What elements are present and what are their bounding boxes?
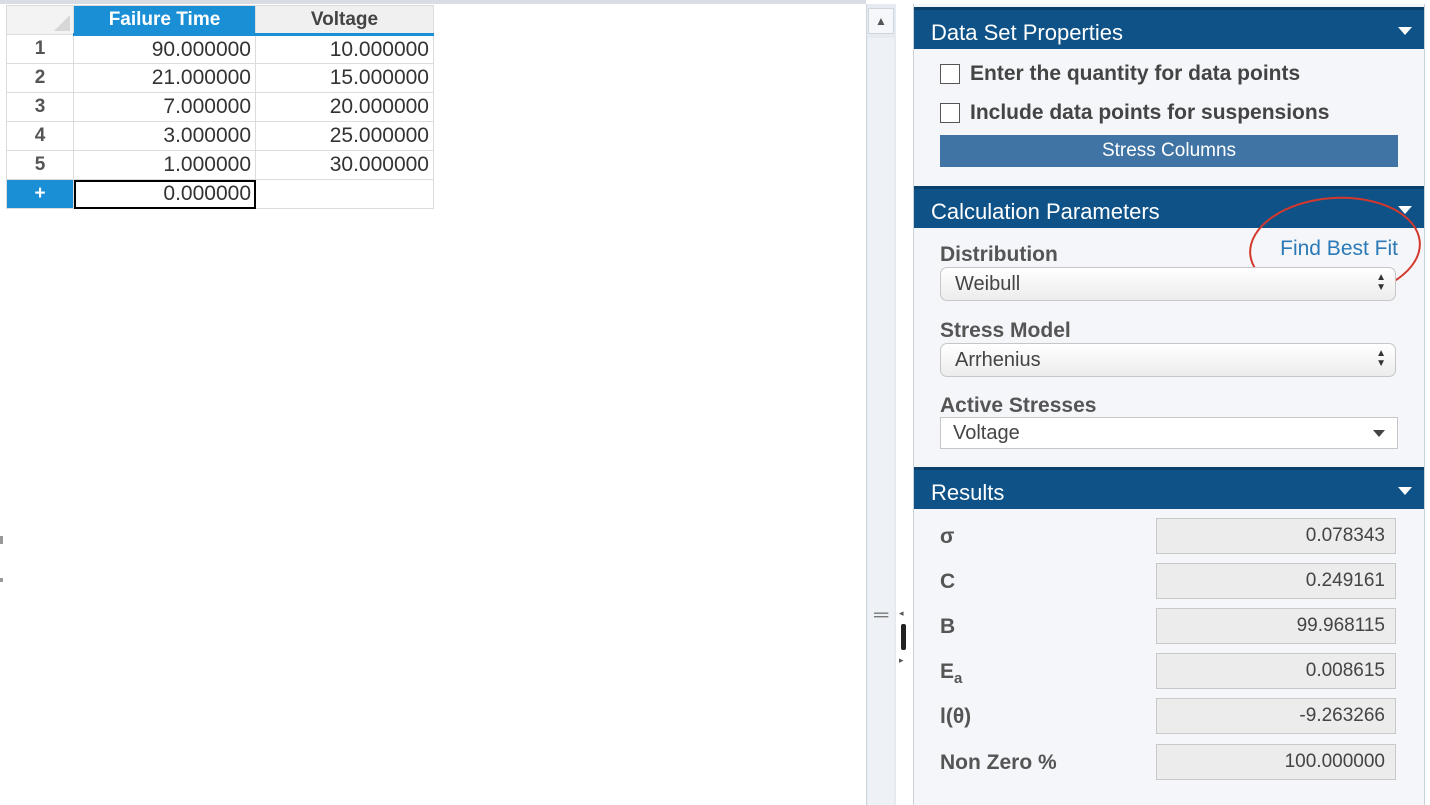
grip-handle-icon[interactable]: ═: [874, 604, 888, 627]
select-all-corner[interactable]: [6, 5, 74, 35]
active-stresses-label: Active Stresses: [940, 394, 1097, 417]
cell-voltage[interactable]: [255, 179, 434, 209]
row-header[interactable]: 4: [6, 121, 74, 151]
stress-model-value: Arrhenius: [955, 349, 1041, 371]
edge-tick: [0, 536, 3, 544]
suspensions-checkbox-row[interactable]: Include data points for suspensions: [940, 101, 1329, 125]
cell-voltage[interactable]: 15.000000: [255, 63, 434, 93]
collapse-chevron-icon[interactable]: [1398, 487, 1412, 495]
dropdown-arrow-icon: [1373, 430, 1385, 437]
table-row: 4 3.000000 25.000000: [6, 121, 434, 151]
distribution-label: Distribution: [940, 243, 1058, 266]
section-title: Calculation Parameters: [931, 199, 1160, 224]
splitter-handle[interactable]: [901, 624, 906, 650]
stress-model-label: Stress Model: [940, 319, 1071, 342]
scroll-up-arrow-icon[interactable]: ▲: [868, 8, 894, 34]
data-grid: Failure Time Voltage 1 90.000000 10.0000…: [6, 5, 434, 209]
stress-columns-button[interactable]: Stress Columns: [940, 135, 1398, 167]
result-label-non-zero: Non Zero %: [940, 751, 1057, 774]
table-row: 2 21.000000 15.000000: [6, 63, 434, 93]
cell-voltage[interactable]: 20.000000: [255, 92, 434, 122]
row-header[interactable]: 5: [6, 150, 74, 180]
distribution-value: Weibull: [955, 273, 1021, 295]
result-label-c: C: [940, 570, 956, 593]
result-value-log-likelihood: -9.263266: [1156, 698, 1396, 734]
column-header-failure-time[interactable]: Failure Time: [73, 5, 256, 36]
result-value-ea: 0.008615: [1156, 653, 1396, 689]
section-title: Data Set Properties: [931, 20, 1123, 45]
sheet-top-border: [0, 0, 866, 4]
result-label-ea: Ea: [940, 660, 962, 687]
cell-failure-time[interactable]: 21.000000: [73, 63, 256, 93]
suspensions-checkbox[interactable]: [940, 103, 960, 123]
distribution-select[interactable]: Weibull ▲ ▼: [940, 267, 1396, 301]
cell-failure-time[interactable]: 3.000000: [73, 121, 256, 151]
quantity-checkbox-row[interactable]: Enter the quantity for data points: [940, 62, 1300, 86]
row-header[interactable]: 2: [6, 63, 74, 93]
add-row-marker[interactable]: +: [6, 179, 74, 209]
cell-voltage[interactable]: 25.000000: [255, 121, 434, 151]
section-title: Results: [931, 480, 1005, 505]
active-stresses-value: Voltage: [953, 422, 1020, 444]
section-header-results[interactable]: Results: [914, 467, 1424, 509]
cell-voltage[interactable]: 30.000000: [255, 150, 434, 180]
splitter-gutter[interactable]: [896, 4, 912, 805]
updown-arrows-icon: ▲ ▼: [1376, 348, 1386, 369]
result-value-b: 99.968115: [1156, 608, 1396, 644]
cell-voltage[interactable]: 10.000000: [255, 34, 434, 64]
result-label-log-likelihood: l(θ): [940, 705, 972, 728]
result-label-sigma: σ: [940, 525, 955, 548]
cell-failure-time[interactable]: 1.000000: [73, 150, 256, 180]
table-row: 3 7.000000 20.000000: [6, 92, 434, 122]
result-value-non-zero: 100.000000: [1156, 744, 1396, 780]
stress-model-select[interactable]: Arrhenius ▲ ▼: [940, 343, 1396, 377]
table-row: 1 90.000000 10.000000: [6, 34, 434, 64]
row-header[interactable]: 1: [6, 34, 74, 64]
result-label-ea-main: E: [940, 660, 955, 683]
result-label-b: B: [940, 615, 956, 638]
edge-tick: [0, 578, 3, 582]
scrollbar-thumb[interactable]: [868, 38, 894, 805]
quantity-checkbox-label[interactable]: Enter the quantity for data points: [970, 62, 1300, 86]
section-header-data-set-properties[interactable]: Data Set Properties: [914, 7, 1424, 49]
active-stresses-dropdown[interactable]: Voltage: [940, 417, 1398, 449]
properties-panel: Data Set Properties Enter the quantity f…: [913, 4, 1425, 805]
updown-arrows-icon: ▲ ▼: [1376, 272, 1386, 293]
suspensions-checkbox-label[interactable]: Include data points for suspensions: [970, 101, 1329, 125]
expand-arrow-icon[interactable]: ▸: [899, 655, 909, 665]
result-value-c: 0.249161: [1156, 563, 1396, 599]
collapse-chevron-icon[interactable]: [1398, 27, 1412, 35]
collapse-arrows-icon[interactable]: ◂: [899, 608, 909, 618]
column-header-voltage[interactable]: Voltage: [255, 5, 434, 36]
table-row: 5 1.000000 30.000000: [6, 150, 434, 180]
quantity-checkbox[interactable]: [940, 64, 960, 84]
grid-header-row: Failure Time Voltage: [6, 5, 434, 36]
row-header[interactable]: 3: [6, 92, 74, 122]
cell-failure-time[interactable]: 90.000000: [73, 34, 256, 64]
data-sheet: Failure Time Voltage 1 90.000000 10.0000…: [0, 0, 866, 805]
new-row: + 0.000000: [6, 179, 434, 209]
result-label-ea-sub: a: [954, 670, 963, 688]
active-cell-failure-time[interactable]: 0.000000: [73, 179, 256, 209]
cell-failure-time[interactable]: 7.000000: [73, 92, 256, 122]
result-value-sigma: 0.078343: [1156, 518, 1396, 554]
